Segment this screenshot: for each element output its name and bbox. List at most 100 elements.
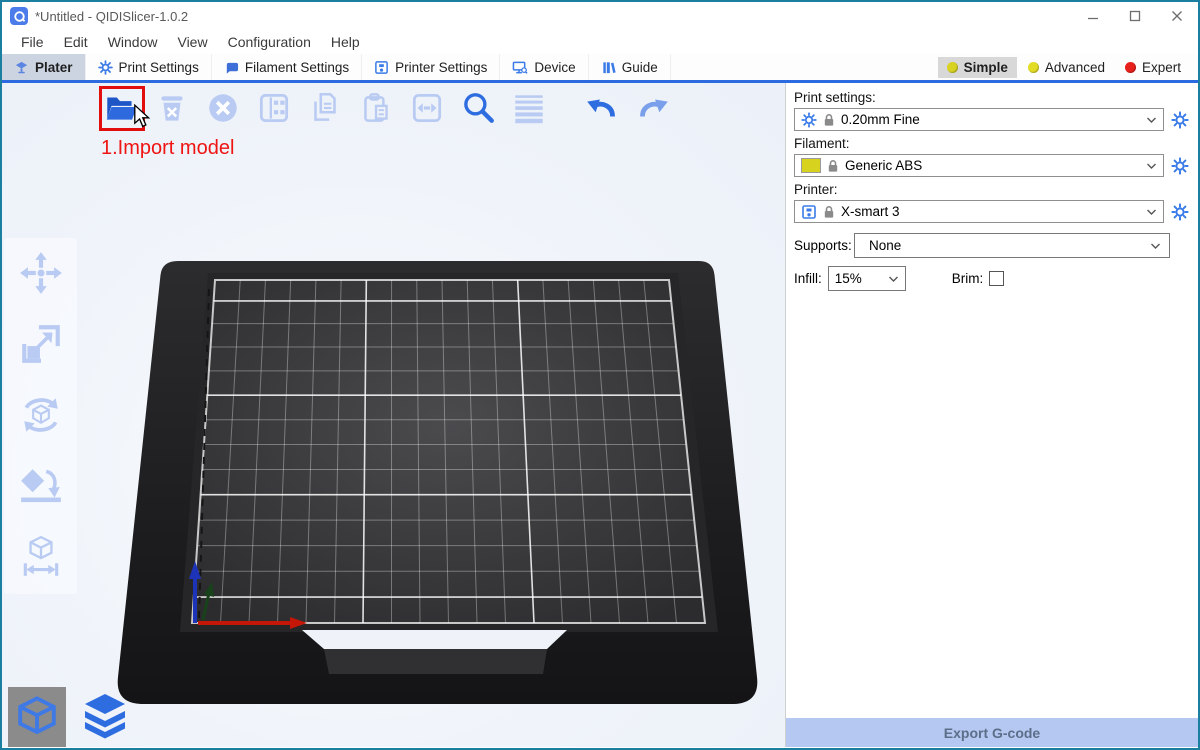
supports-label: Supports: <box>794 238 854 253</box>
measure-tool-button[interactable] <box>18 534 64 580</box>
tab-label: Guide <box>622 60 658 75</box>
app-logo-icon <box>10 7 28 25</box>
tab-label: Printer Settings <box>395 60 487 75</box>
lock-icon <box>827 159 839 173</box>
printer-detail-button[interactable] <box>1170 203 1190 221</box>
print-settings-detail-button[interactable] <box>1170 111 1190 129</box>
supports-value: None <box>869 238 901 253</box>
chevron-down-icon <box>888 275 899 283</box>
scale-tool-button[interactable] <box>18 321 64 367</box>
infill-label: Infill: <box>794 271 822 286</box>
chevron-down-icon <box>1146 208 1157 216</box>
tab-print-settings[interactable]: Print Settings <box>86 54 212 80</box>
lock-icon <box>823 113 835 127</box>
mode-simple[interactable]: Simple <box>938 57 1017 78</box>
gear-icon <box>98 60 113 75</box>
chevron-down-icon <box>1146 162 1157 170</box>
bed-handle-shelf <box>324 649 547 674</box>
gear-icon <box>801 112 817 128</box>
tab-label: Print Settings <box>119 60 199 75</box>
filament-combo[interactable]: Generic ABS <box>794 154 1164 177</box>
tab-guide[interactable]: Guide <box>589 54 671 80</box>
tab-label: Filament Settings <box>245 60 349 75</box>
menu-view[interactable]: View <box>167 34 217 50</box>
printer-icon <box>801 204 817 220</box>
window-title: *Untitled - QIDISlicer-1.0.2 <box>35 9 188 24</box>
filament-label: Filament: <box>794 136 1190 151</box>
brim-checkbox[interactable] <box>989 271 1004 286</box>
variable-layer-height-button[interactable] <box>510 89 548 127</box>
editor-view-button[interactable] <box>8 687 66 747</box>
tab-device[interactable]: Device <box>500 54 588 80</box>
printer-label: Printer: <box>794 182 1190 197</box>
menu-edit[interactable]: Edit <box>54 34 98 50</box>
settings-panel: Print settings: <box>785 83 1198 747</box>
paste-button[interactable] <box>357 89 395 127</box>
tab-bar: Plater Print Settings Filament Settings <box>2 54 1198 83</box>
menu-bar: File Edit Window View Configuration Help <box>2 30 1198 54</box>
close-button[interactable] <box>1156 2 1198 30</box>
viewport-toolbar <box>102 89 672 127</box>
menu-file[interactable]: File <box>11 34 54 50</box>
place-on-face-tool-button[interactable] <box>18 463 64 509</box>
mode-label: Advanced <box>1045 60 1105 75</box>
filament-value: Generic ABS <box>845 158 922 173</box>
print-bed <box>2 83 785 747</box>
mode-switcher: Simple Advanced Expert <box>938 54 1198 80</box>
copy-button[interactable] <box>306 89 344 127</box>
printer-combo[interactable]: X-smart 3 <box>794 200 1164 223</box>
chevron-down-icon <box>1146 116 1157 124</box>
search-button[interactable] <box>459 89 497 127</box>
tab-plater[interactable]: Plater <box>2 54 86 80</box>
brim-label: Brim: <box>952 271 984 286</box>
plater-icon <box>14 60 29 75</box>
tab-label: Device <box>534 60 575 75</box>
advanced-dot-icon <box>1028 62 1039 73</box>
printer-value: X-smart 3 <box>841 204 900 219</box>
import-model-button[interactable] <box>102 89 140 127</box>
menu-configuration[interactable]: Configuration <box>218 34 321 50</box>
preview-view-button[interactable] <box>76 687 134 747</box>
minimize-button[interactable] <box>1072 2 1114 30</box>
gear-icon <box>1171 157 1189 175</box>
view-mode-buttons <box>8 687 134 747</box>
delete-all-button[interactable] <box>204 89 242 127</box>
import-annotation: 1.Import model <box>101 137 234 160</box>
menu-window[interactable]: Window <box>98 34 168 50</box>
filament-color-swatch <box>801 158 821 173</box>
tab-label: Plater <box>35 60 73 75</box>
export-gcode-button[interactable]: Export G-code <box>786 718 1198 747</box>
supports-combo[interactable]: None <box>854 233 1170 258</box>
mode-advanced[interactable]: Advanced <box>1019 57 1114 78</box>
device-icon <box>512 60 528 75</box>
tab-printer-settings[interactable]: Printer Settings <box>362 54 500 80</box>
title-bar: *Untitled - QIDISlicer-1.0.2 <box>2 2 1198 30</box>
gear-icon <box>1171 203 1189 221</box>
tab-filament-settings[interactable]: Filament Settings <box>212 54 362 80</box>
split-button[interactable] <box>408 89 446 127</box>
infill-value: 15% <box>835 271 862 286</box>
guide-icon <box>601 60 616 75</box>
chevron-down-icon <box>1150 242 1161 250</box>
undo-button[interactable] <box>583 89 621 127</box>
3d-viewport[interactable]: 1.Import model <box>2 83 785 747</box>
maximize-button[interactable] <box>1114 2 1156 30</box>
bed-handle-cutout <box>302 630 567 649</box>
mode-label: Expert <box>1142 60 1181 75</box>
menu-help[interactable]: Help <box>321 34 370 50</box>
simple-dot-icon <box>947 62 958 73</box>
mode-expert[interactable]: Expert <box>1116 57 1190 78</box>
gizmo-toolbar <box>4 238 77 594</box>
print-settings-label: Print settings: <box>794 90 1190 105</box>
print-settings-combo[interactable]: 0.20mm Fine <box>794 108 1164 131</box>
infill-combo[interactable]: 15% <box>828 266 906 291</box>
filament-detail-button[interactable] <box>1170 157 1190 175</box>
rotate-tool-button[interactable] <box>18 392 64 438</box>
delete-button[interactable] <box>153 89 191 127</box>
arrange-button[interactable] <box>255 89 293 127</box>
redo-button[interactable] <box>634 89 672 127</box>
lock-icon <box>823 205 835 219</box>
gear-icon <box>1171 111 1189 129</box>
move-tool-button[interactable] <box>18 250 64 296</box>
app-window: *Untitled - QIDISlicer-1.0.2 File Edit W… <box>0 0 1200 750</box>
